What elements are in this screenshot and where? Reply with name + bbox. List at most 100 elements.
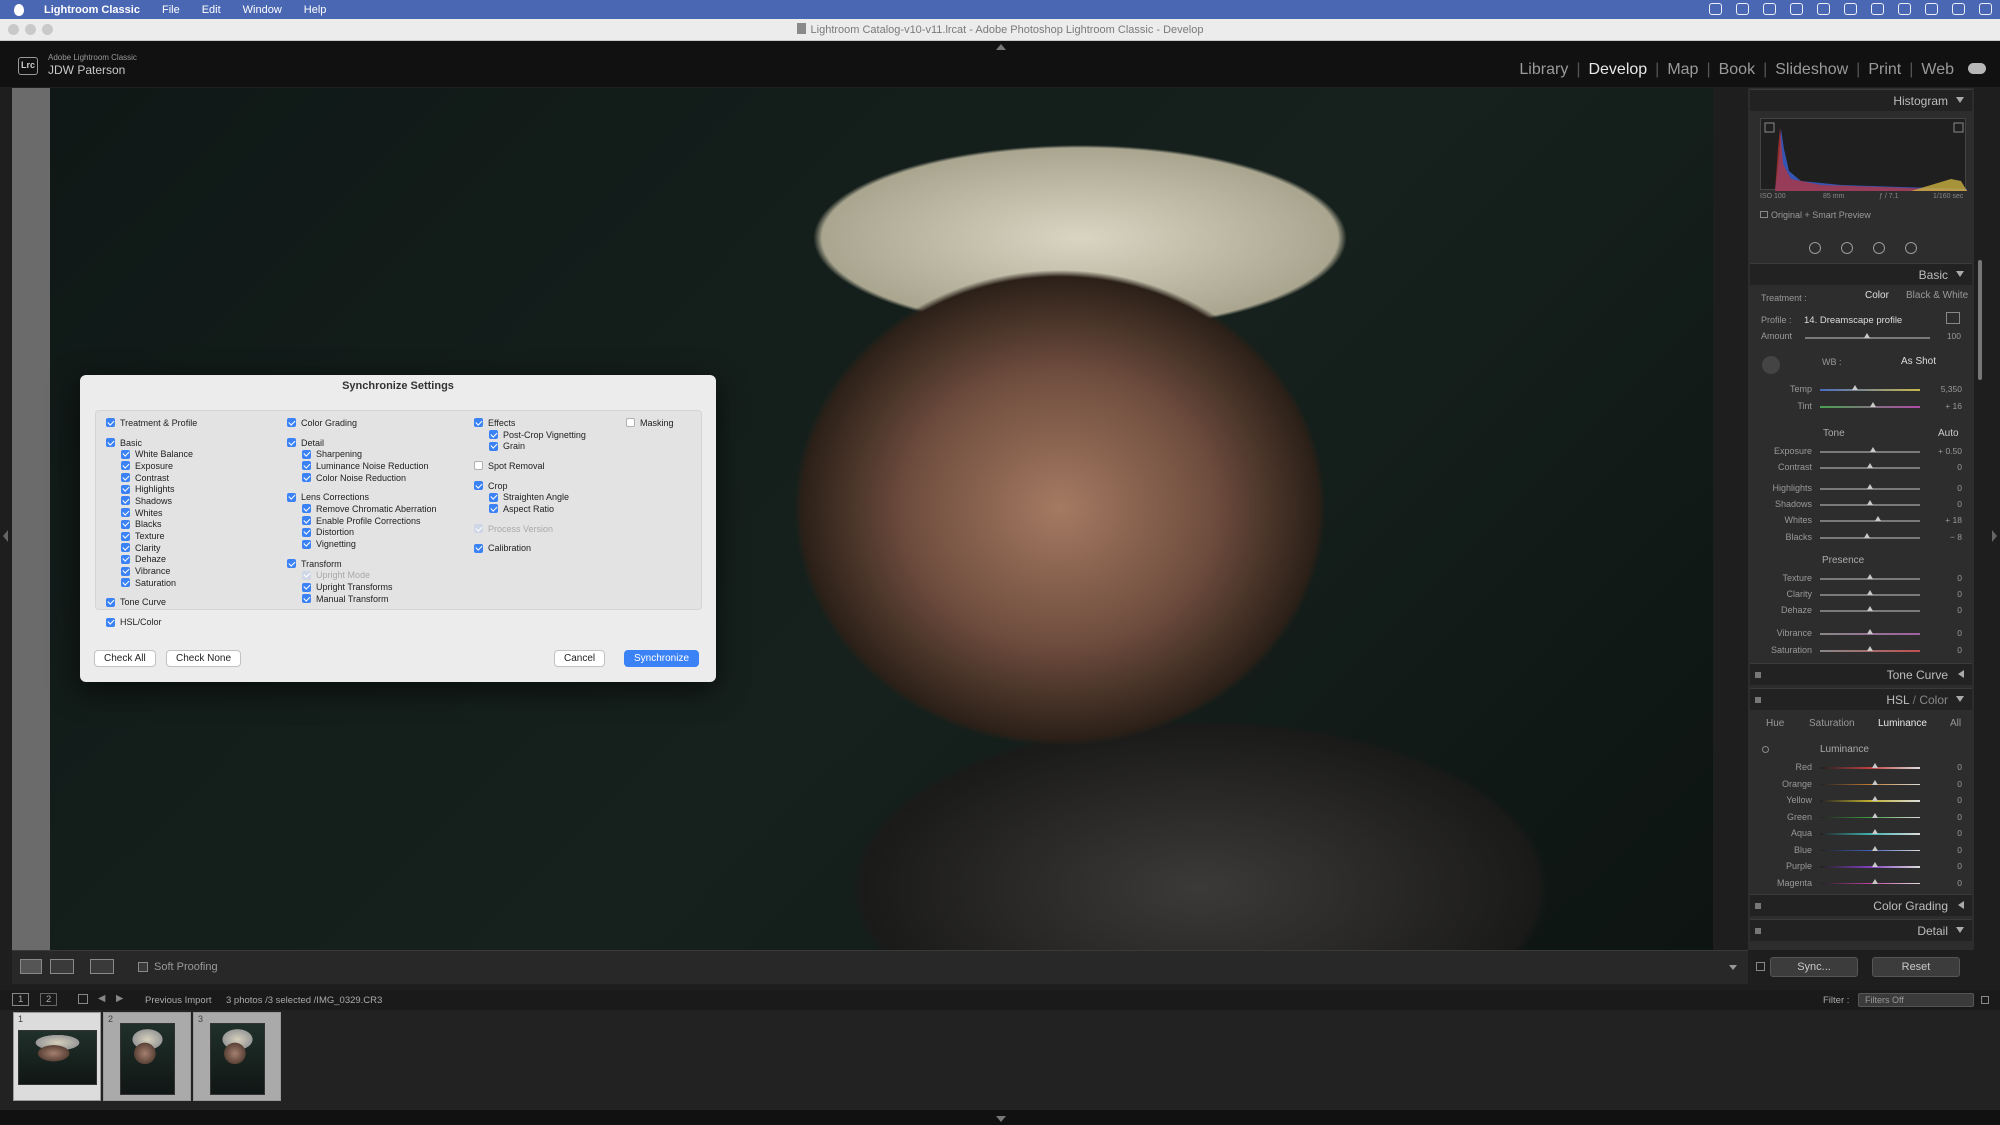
luminance-green-slider-knob[interactable] [1872,812,1878,818]
checkbox-transform[interactable]: Transform [287,558,437,570]
dehaze-slider-knob[interactable] [1867,606,1873,611]
texture-value[interactable]: 0 [1922,573,1962,583]
module-develop[interactable]: Develop [1588,61,1647,79]
thumbnail-3[interactable]: 3 [193,1012,281,1101]
control-center-icon[interactable] [1925,3,1938,15]
panel-scrollbar[interactable] [1978,260,1982,380]
checkbox-texture[interactable]: Texture [106,530,197,542]
checkbox-crop[interactable]: Crop [474,480,586,492]
luminance-orange-slider-knob[interactable] [1872,779,1878,785]
checkbox-masking[interactable]: Masking [626,417,674,429]
clarity-value[interactable]: 0 [1922,589,1962,599]
checkbox-vignetting[interactable]: Vignetting [287,538,437,550]
checkbox-vibrance[interactable]: Vibrance [106,565,197,577]
zoom-window-button[interactable] [42,24,53,35]
search-icon[interactable] [1898,3,1911,15]
texture-slider-knob[interactable] [1867,574,1873,579]
basic-panel-header[interactable]: Basic [1750,263,1972,285]
checkbox-calibration[interactable]: Calibration [474,543,586,555]
saturation-slider-knob[interactable] [1867,646,1873,651]
detail-panel-header[interactable]: Detail [1750,919,1972,941]
shadows-slider-knob[interactable] [1867,500,1873,505]
temp-slider-knob[interactable] [1852,385,1858,390]
checkbox-upright-transforms[interactable]: Upright Transforms [287,581,437,593]
main-window-button[interactable]: 1 [12,993,30,1006]
grid-view-icon[interactable] [78,994,88,1004]
checkbox-treatment-profile[interactable]: Treatment & Profile [106,417,197,429]
dehaze-value[interactable]: 0 [1922,605,1962,615]
soft-proofing-toggle[interactable]: Soft Proofing [138,961,218,973]
checkbox-saturation[interactable]: Saturation [106,577,197,589]
luminance-purple-slider[interactable] [1820,866,1920,868]
thumbnail-1[interactable]: 1 [13,1012,101,1101]
checkbox-color-grading[interactable]: Color Grading [287,417,437,429]
luminance-red-slider-knob[interactable] [1872,763,1878,768]
color-grading-panel-header[interactable]: Color Grading [1750,894,1972,916]
vibrance-value[interactable]: 0 [1922,628,1962,638]
healing-tool-icon[interactable] [1841,242,1853,254]
module-web[interactable]: Web [1921,61,1954,79]
saturation-value[interactable]: 0 [1922,645,1962,655]
checkbox-color-noise[interactable]: Color Noise Reduction [287,472,437,484]
luminance-magenta-slider-knob[interactable] [1872,878,1878,884]
before-after-icon[interactable] [50,959,74,974]
bottom-panel-toggle-icon[interactable] [996,1116,1006,1122]
checkbox-manual-transform[interactable]: Manual Transform [287,593,437,605]
masking-tool-icon[interactable] [1905,242,1917,254]
color-title[interactable]: Color [1919,693,1948,707]
crop-tool-icon[interactable] [1809,242,1821,254]
sync-switch-icon[interactable] [1756,962,1765,971]
cancel-button[interactable]: Cancel [554,650,606,667]
selection-info[interactable]: 3 photos /3 selected /IMG_0329.CR3 [226,995,382,1006]
whites-slider[interactable] [1820,520,1920,522]
luminance-purple-value[interactable]: 0 [1922,861,1962,871]
filter-lock-icon[interactable] [1981,996,1989,1004]
timemachine-icon[interactable] [1763,3,1776,15]
checkbox-spot-removal[interactable]: Spot Removal [474,460,586,472]
luminance-blue-slider-knob[interactable] [1872,845,1878,851]
checkbox-white-balance[interactable]: White Balance [106,448,197,460]
checkbox-straighten-angle[interactable]: Straighten Angle [474,491,586,503]
profile-dropdown[interactable]: 14. Dreamscape profile [1804,315,1902,326]
right-panel-toggle-icon[interactable] [1992,530,1997,542]
checkbox-contrast[interactable]: Contrast [106,472,197,484]
luminance-blue-slider[interactable] [1820,849,1920,851]
luminance-blue-value[interactable]: 0 [1922,845,1962,855]
shadows-value[interactable]: 0 [1922,499,1962,509]
luminance-green-slider[interactable] [1820,816,1920,818]
checkbox-aspect-ratio[interactable]: Aspect Ratio [474,503,586,515]
soft-proofing-checkbox[interactable] [138,962,148,972]
tone-curve-panel-header[interactable]: Tone Curve [1750,663,1972,685]
checkbox-hsl-color[interactable]: HSL/Color [106,616,197,628]
amount-value[interactable]: 100 [1921,331,1961,341]
tint-value[interactable]: + 16 [1922,401,1962,411]
checkbox-exposure[interactable]: Exposure [106,460,197,472]
luminance-red-value[interactable]: 0 [1922,762,1962,772]
hsl-title[interactable]: HSL [1886,693,1909,707]
secondary-window-button[interactable]: 2 [40,993,58,1006]
tab-all[interactable]: All [1950,718,1961,729]
checkbox-whites[interactable]: Whites [106,507,197,519]
contrast-slider-knob[interactable] [1867,463,1873,468]
checkbox-tone-curve[interactable]: Tone Curve [106,597,197,609]
menu-app-name[interactable]: Lightroom Classic [44,4,140,16]
luminance-magenta-value[interactable]: 0 [1922,878,1962,888]
module-slideshow[interactable]: Slideshow [1775,61,1848,79]
targeted-adjustment-icon[interactable] [1762,746,1769,753]
checkbox-shadows[interactable]: Shadows [106,495,197,507]
minimize-window-button[interactable] [25,24,36,35]
filter-dropdown[interactable]: Filters Off [1858,993,1974,1007]
checkbox-blacks[interactable]: Blacks [106,519,197,531]
display-icon[interactable] [1736,3,1749,15]
luminance-magenta-slider[interactable] [1820,882,1920,884]
left-panel-toggle-icon[interactable] [3,530,8,542]
luminance-yellow-slider-knob[interactable] [1872,796,1878,801]
tab-luminance[interactable]: Luminance [1878,718,1927,729]
luminance-aqua-slider[interactable] [1820,833,1920,835]
tab-hue[interactable]: Hue [1766,718,1784,729]
tint-slider-knob[interactable] [1870,402,1876,407]
bluetooth-icon[interactable] [1817,3,1830,15]
profile-browser-icon[interactable] [1946,312,1960,324]
menu-edit[interactable]: Edit [202,4,221,16]
before-after-swap-icon[interactable] [90,959,114,974]
